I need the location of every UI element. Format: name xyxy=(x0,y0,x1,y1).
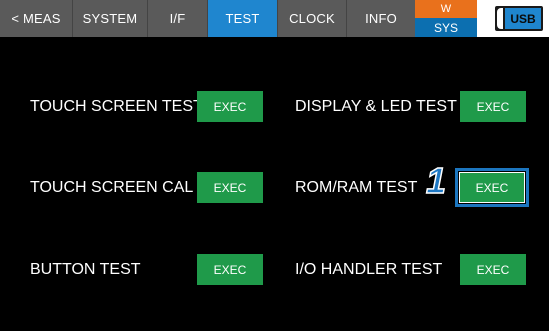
test-label-rom-ram-test: ROM/RAM TEST xyxy=(295,179,418,196)
test-label-touch-screen-test: TOUCH SCREEN TEST xyxy=(30,98,203,115)
exec-button-touch-screen-cal[interactable]: EXEC xyxy=(197,172,263,203)
usb-icon: USB xyxy=(495,6,543,31)
tab-clock[interactable]: CLOCK xyxy=(278,0,347,37)
tab-info[interactable]: INFO xyxy=(347,0,415,37)
usb-label: USB xyxy=(510,11,536,26)
exec-button-display-led-test[interactable]: EXEC xyxy=(460,91,526,122)
exec-button-button-test[interactable]: EXEC xyxy=(197,254,263,285)
usb-notch xyxy=(495,6,505,31)
sys-indicator: SYS xyxy=(415,18,477,37)
usb-area: USB xyxy=(477,0,549,37)
tab-system[interactable]: SYSTEM xyxy=(73,0,148,37)
test-label-button-test: BUTTON TEST xyxy=(30,261,141,278)
w-indicator: W xyxy=(415,0,477,18)
test-label-display-led-test: DISPLAY & LED TEST xyxy=(295,98,457,115)
callout-number: 1 xyxy=(425,160,447,201)
tab-meas[interactable]: < MEAS xyxy=(0,0,73,37)
test-label-io-handler-test: I/O HANDLER TEST xyxy=(295,261,443,278)
tab-if[interactable]: I/F xyxy=(148,0,208,37)
top-tab-bar: < MEAS SYSTEM I/F TEST CLOCK INFO W SYS … xyxy=(0,0,549,37)
status-indicator: W SYS xyxy=(415,0,477,37)
tab-test[interactable]: TEST xyxy=(208,0,278,37)
test-screen: < MEAS SYSTEM I/F TEST CLOCK INFO W SYS … xyxy=(0,0,549,331)
exec-button-io-handler-test[interactable]: EXEC xyxy=(460,254,526,285)
exec-button-rom-ram-test[interactable]: EXEC xyxy=(455,168,529,207)
exec-button-touch-screen-test[interactable]: EXEC xyxy=(197,91,263,122)
test-label-touch-screen-cal: TOUCH SCREEN CAL xyxy=(30,179,194,196)
